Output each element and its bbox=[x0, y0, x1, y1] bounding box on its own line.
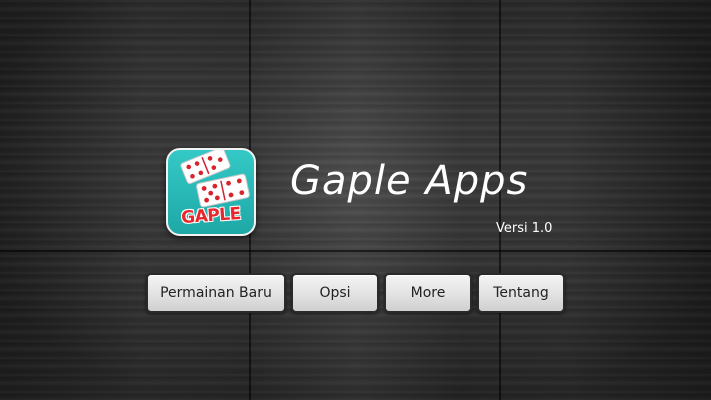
board-seam bbox=[0, 250, 711, 252]
app-version: Versi 1.0 bbox=[496, 221, 553, 236]
more-button[interactable]: More bbox=[384, 273, 472, 313]
options-button[interactable]: Opsi bbox=[291, 273, 379, 313]
new-game-button[interactable]: Permainan Baru bbox=[146, 273, 286, 313]
app-logo: GAPLE bbox=[166, 148, 256, 236]
app-title: Gaple Apps bbox=[290, 158, 529, 204]
about-button[interactable]: Tentang bbox=[477, 273, 565, 313]
